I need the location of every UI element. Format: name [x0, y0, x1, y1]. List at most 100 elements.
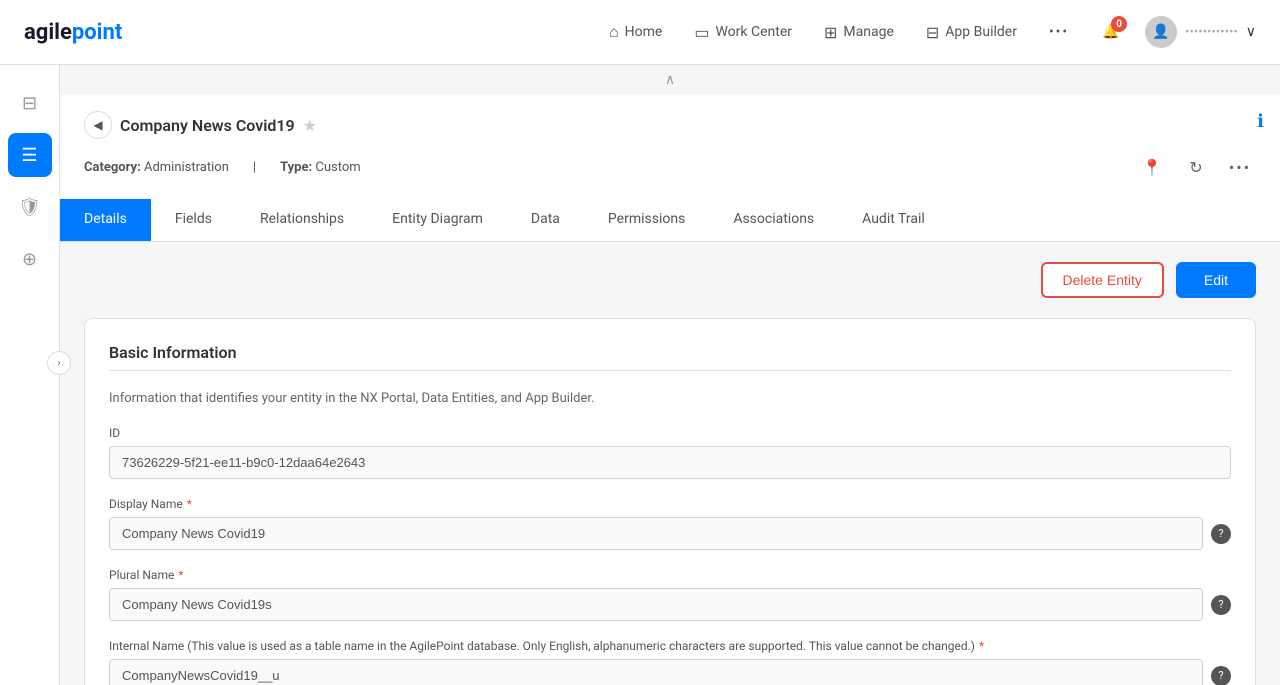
nav-appbuilder-label: App Builder: [945, 24, 1017, 40]
notification-button[interactable]: 🔔 0: [1093, 14, 1129, 50]
required-star: *: [187, 497, 192, 511]
info-icon[interactable]: ℹ: [1257, 111, 1264, 132]
display-name-help-icon[interactable]: ?: [1211, 524, 1231, 544]
tab-audit-trail[interactable]: Audit Trail: [838, 199, 949, 241]
internal-name-input-wrapper: ?: [109, 659, 1231, 685]
workcenter-icon: ▭: [694, 23, 709, 42]
form-group-internal-name: Internal Name (This value is used as a t…: [109, 639, 1231, 685]
internal-name-label: Internal Name (This value is used as a t…: [109, 639, 1231, 653]
id-input[interactable]: [109, 446, 1231, 479]
notification-badge: 0: [1111, 16, 1127, 32]
more-options-icon: •••: [1229, 158, 1251, 177]
plural-name-input[interactable]: [109, 588, 1203, 621]
sidebar-item-group[interactable]: ⊕: [8, 237, 52, 281]
type-separator: |: [253, 160, 256, 175]
category-label: Category: Administration: [84, 160, 229, 175]
display-name-input-wrapper: ?: [109, 517, 1231, 550]
entity-title: Company News Covid19: [120, 116, 295, 135]
tabs-bar: Details Fields Relationships Entity Diag…: [60, 199, 1280, 242]
info-circle-icon: ℹ: [1257, 111, 1264, 132]
internal-name-help-icon[interactable]: ?: [1211, 666, 1231, 685]
nav-home[interactable]: ⌂ Home: [609, 22, 662, 42]
required-star-internal: *: [979, 639, 984, 653]
location-button[interactable]: 📍: [1136, 151, 1168, 183]
form-group-id: ID: [109, 426, 1231, 479]
chevron-up-icon: ∧: [665, 72, 675, 88]
id-input-wrapper: [109, 446, 1231, 479]
plural-name-label: Plural Name *: [109, 568, 1231, 582]
nav-appbuilder[interactable]: ⊟ App Builder: [926, 23, 1017, 42]
section-divider: [109, 370, 1231, 371]
appbuilder-icon: ⊟: [926, 23, 939, 42]
home-icon: ⌂: [609, 22, 619, 42]
entity-icon: ☰: [21, 145, 37, 166]
nav-manage[interactable]: ⊞ Manage: [824, 23, 894, 42]
sidebar: ⊟ ☰ 🛡 ⊕ ›: [0, 65, 60, 685]
nav-workcenter-label: Work Center: [715, 24, 792, 40]
nav-more[interactable]: •••: [1049, 24, 1069, 40]
sidebar-item-shield[interactable]: 🛡: [8, 185, 52, 229]
nav-manage-label: Manage: [843, 24, 893, 40]
sidebar-toggle[interactable]: ›: [47, 351, 71, 375]
plural-name-input-wrapper: ?: [109, 588, 1231, 621]
user-icon: 👤: [1152, 24, 1169, 40]
back-button[interactable]: ◀: [84, 111, 112, 139]
required-star-plural: *: [178, 568, 183, 582]
form-group-plural-name: Plural Name * ?: [109, 568, 1231, 621]
entity-meta-actions: 📍 ↻ •••: [1136, 151, 1256, 183]
section-title: Basic Information: [109, 343, 1231, 362]
id-label: ID: [109, 426, 1231, 440]
top-navigation: agilepoint ⌂ Home ▭ Work Center ⊞ Manage…: [0, 0, 1280, 65]
type-label: Type: Custom: [280, 160, 361, 175]
group-icon: ⊕: [22, 249, 37, 270]
chevron-right-icon: ›: [57, 358, 60, 369]
tab-permissions[interactable]: Permissions: [584, 199, 709, 241]
sidebar-item-dashboard[interactable]: ⊟: [8, 81, 52, 125]
entity-panel: ◀ Company News Covid19 ★ Category: Admin…: [60, 95, 1280, 199]
tab-associations[interactable]: Associations: [709, 199, 838, 241]
entity-meta: Category: Administration | Type: Custom …: [84, 151, 1256, 183]
display-name-input[interactable]: [109, 517, 1203, 550]
main-content: ∧ ◀ Company News Covid19 ★ Category: Adm…: [60, 65, 1280, 685]
collapse-bar[interactable]: ∧: [60, 65, 1280, 95]
user-area[interactable]: 👤 •••••••••••• ∨: [1145, 16, 1256, 48]
tab-relationships[interactable]: Relationships: [236, 199, 368, 241]
nav-right: 🔔 0 👤 •••••••••••• ∨: [1093, 14, 1256, 50]
action-row: Delete Entity Edit: [84, 262, 1256, 298]
nav-workcenter[interactable]: ▭ Work Center: [694, 23, 792, 42]
entity-header: ◀ Company News Covid19 ★: [84, 111, 1256, 139]
category-value: Administration: [144, 160, 229, 175]
more-dots-icon: •••: [1049, 24, 1069, 40]
form-group-display-name: Display Name * ?: [109, 497, 1231, 550]
layout: ⊟ ☰ 🛡 ⊕ › ∧ ◀ Company News Covid19 ★: [0, 65, 1280, 685]
logo-point: point: [72, 20, 122, 45]
delete-entity-button[interactable]: Delete Entity: [1041, 262, 1164, 298]
edit-button[interactable]: Edit: [1176, 262, 1256, 298]
tab-data[interactable]: Data: [507, 199, 584, 241]
tab-entity-diagram[interactable]: Entity Diagram: [368, 199, 507, 241]
back-icon: ◀: [93, 118, 102, 132]
internal-name-input[interactable]: [109, 659, 1203, 685]
plural-name-help-icon[interactable]: ?: [1211, 595, 1231, 615]
type-value: Custom: [315, 160, 360, 175]
refresh-icon: ↻: [1189, 158, 1202, 177]
tab-fields[interactable]: Fields: [151, 199, 236, 241]
favorite-star-icon[interactable]: ★: [303, 116, 317, 135]
dashboard-icon: ⊟: [22, 93, 37, 114]
tab-details[interactable]: Details: [60, 199, 151, 241]
shield-icon: 🛡: [18, 197, 41, 218]
section-desc: Information that identifies your entity …: [109, 391, 1231, 406]
nav-home-label: Home: [625, 24, 663, 40]
logo: agilepoint: [24, 20, 122, 45]
location-icon: 📍: [1142, 158, 1162, 177]
content-area: Delete Entity Edit Basic Information Inf…: [60, 242, 1280, 685]
more-options-button[interactable]: •••: [1224, 151, 1256, 183]
logo-agile: agile: [24, 20, 72, 45]
sidebar-item-entity[interactable]: ☰: [8, 133, 52, 177]
form-card: Basic Information Information that ident…: [84, 318, 1256, 685]
display-name-label: Display Name *: [109, 497, 1231, 511]
refresh-button[interactable]: ↻: [1180, 151, 1212, 183]
nav-links: ⌂ Home ▭ Work Center ⊞ Manage ⊟ App Buil…: [609, 22, 1069, 42]
avatar: 👤: [1145, 16, 1177, 48]
username-label: ••••••••••••: [1185, 25, 1238, 40]
